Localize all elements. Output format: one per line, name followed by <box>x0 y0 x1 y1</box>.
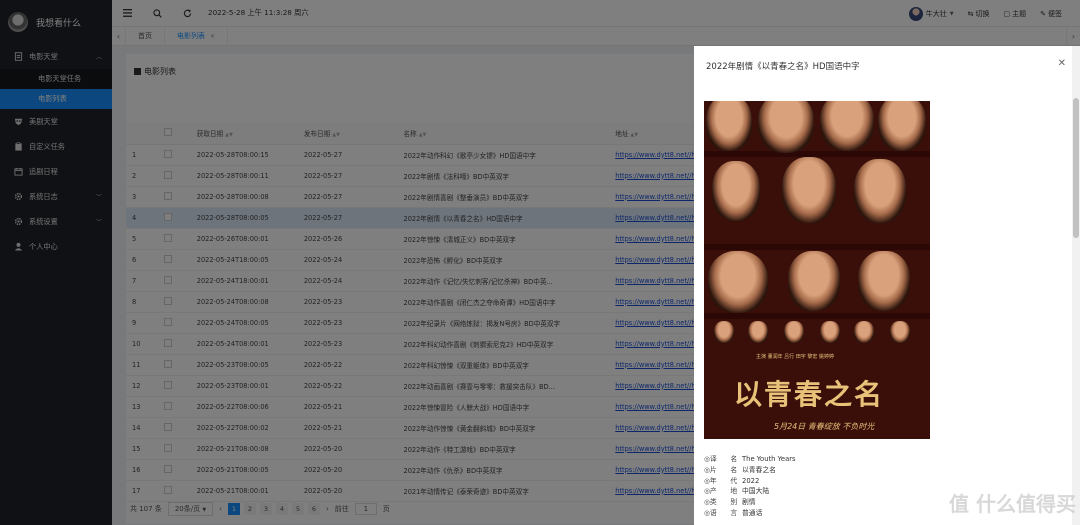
poster-face <box>784 321 804 343</box>
poster-tagline: 5月24日 青春绽放 不负时光 <box>774 422 875 431</box>
info-key: ◎产 地 <box>704 487 738 496</box>
poster-face <box>712 161 760 221</box>
poster-face <box>758 101 814 153</box>
drawer-title: 2022年剧情《以青春之名》HD国语中字 <box>706 62 860 72</box>
info-value: The Youth Years <box>742 455 796 463</box>
poster-face <box>706 101 752 151</box>
info-row: ◎语 言普通话 <box>704 508 796 519</box>
info-key: ◎译 名 <box>704 455 738 463</box>
movie-detail-drawer: 2022年剧情《以青春之名》HD国语中字 ✕ 主演 董润年 吕行 田宇 黎宏 姚… <box>694 46 1080 525</box>
info-key: ◎语 言 <box>704 508 738 517</box>
poster-face <box>748 321 768 343</box>
poster-band <box>704 151 930 157</box>
poster-face <box>858 251 910 311</box>
scrollbar-thumb[interactable] <box>1073 98 1079 238</box>
info-value: 2022 <box>742 476 760 485</box>
poster-band <box>704 313 930 319</box>
info-value: 中国大陆 <box>742 487 770 496</box>
info-key: ◎片 名 <box>704 465 738 474</box>
info-value: 剧情 <box>742 498 756 507</box>
info-key: ◎年 代 <box>704 476 738 485</box>
poster-face <box>878 101 926 151</box>
info-key: ◎类 别 <box>704 498 738 507</box>
movie-info: ◎译 名 The Youth Years ◎片 名以青春之名 ◎年 代 2022 ◎产 地… <box>704 454 796 519</box>
movie-poster: 主演 董润年 吕行 田宇 黎宏 姚婷婷 以青春之名 5月24日 青春绽放 不负时… <box>704 101 930 439</box>
poster-title: 以青春之名 <box>734 378 885 411</box>
watermark: 值 什么值得买 <box>949 492 1076 516</box>
info-row: ◎译 名 The Youth Years <box>704 454 796 465</box>
poster-face <box>854 321 874 343</box>
poster-cast: 主演 董润年 吕行 田宇 黎宏 姚婷婷 <box>756 354 834 360</box>
poster-face <box>854 159 906 223</box>
poster-face <box>820 321 840 343</box>
poster-face <box>714 321 734 343</box>
info-value: 以青春之名 <box>742 465 776 474</box>
info-row: ◎类 别剧情 <box>704 497 796 508</box>
drawer-scrollbar[interactable] <box>1072 46 1080 525</box>
poster-face <box>788 251 840 311</box>
close-icon[interactable]: ✕ <box>1058 58 1066 69</box>
info-row: ◎片 名以青春之名 <box>704 465 796 476</box>
poster-face <box>890 321 910 343</box>
poster-band <box>704 244 930 250</box>
poster-face <box>708 251 768 313</box>
poster-face <box>820 101 874 151</box>
info-row: ◎年 代 2022 <box>704 476 796 487</box>
info-value: 普通话 <box>742 508 763 517</box>
info-row: ◎产 地中国大陆 <box>704 486 796 497</box>
poster-face <box>782 157 836 223</box>
